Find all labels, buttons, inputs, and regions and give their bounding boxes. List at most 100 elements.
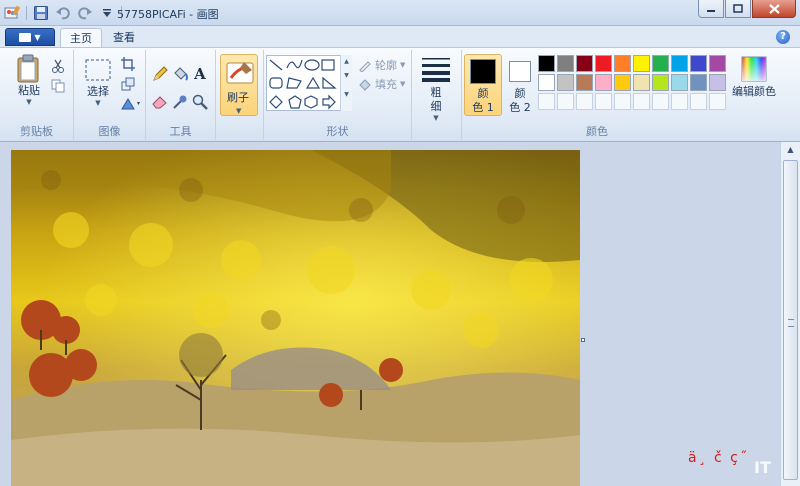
size-group: 粗 细 ▼ — [412, 50, 462, 140]
crop-icon[interactable] — [120, 56, 136, 72]
scroll-up-icon[interactable]: ▲ — [341, 55, 352, 69]
palette-swatch[interactable] — [709, 74, 726, 91]
color2-button[interactable]: 颜 色 2 — [501, 54, 539, 116]
cut-icon[interactable] — [50, 58, 66, 74]
palette-swatch[interactable] — [595, 74, 612, 91]
scroll-up-icon[interactable]: ▲ — [784, 145, 797, 158]
palette-swatch[interactable] — [671, 55, 688, 72]
palette-swatch[interactable] — [690, 55, 707, 72]
title-bar: 57758PICAFi - 画图 — [0, 0, 800, 26]
magnifier-icon[interactable] — [192, 94, 208, 110]
palette-swatch[interactable] — [633, 74, 650, 91]
canvas-workspace — [0, 142, 780, 486]
palette-swatch[interactable] — [614, 74, 631, 91]
palette-swatch[interactable] — [614, 55, 631, 72]
palette-swatch[interactable] — [538, 55, 555, 72]
custom-color-slot[interactable] — [633, 93, 650, 110]
color-picker-icon[interactable] — [172, 94, 188, 110]
resize-icon[interactable] — [120, 76, 136, 92]
color1-label-line1: 颜 — [477, 87, 489, 100]
palette-swatch[interactable] — [557, 74, 574, 91]
copy-icon[interactable] — [50, 78, 66, 94]
watermark: IT — [754, 458, 771, 477]
size-button[interactable]: 粗 细 ▼ — [420, 56, 452, 122]
tools-group-label: 工具 — [169, 125, 192, 138]
palette-swatch[interactable] — [633, 55, 650, 72]
ribbon-tab-row: ▼ 主页 查看 ? — [0, 26, 800, 49]
clipboard-group: 粘贴 ▼ 剪贴板 — [0, 50, 74, 140]
scrollbar-grip — [788, 319, 794, 327]
custom-color-slot[interactable] — [652, 93, 669, 110]
scrollbar-thumb[interactable] — [783, 160, 798, 480]
custom-color-slot[interactable] — [709, 93, 726, 110]
palette-swatch[interactable] — [652, 55, 669, 72]
select-label: 选择 — [87, 85, 109, 98]
vertical-scrollbar[interactable]: ▲ — [780, 142, 800, 486]
custom-color-slot[interactable] — [576, 93, 593, 110]
color2-label-line2: 色 2 — [509, 101, 531, 114]
paint-app-icon[interactable] — [4, 5, 20, 21]
canvas-image[interactable] — [11, 150, 580, 486]
palette-swatch[interactable] — [652, 74, 669, 91]
maximize-button[interactable] — [725, 0, 751, 18]
size-label-line2: 细 — [430, 100, 442, 113]
fill-bucket-icon[interactable] — [172, 66, 188, 82]
color1-button[interactable]: 颜 色 1 — [464, 54, 502, 116]
select-button[interactable]: 选择 ▼ — [80, 58, 116, 107]
palette-swatch[interactable] — [576, 74, 593, 91]
color2-label-line1: 颜 — [514, 87, 526, 100]
outline-icon — [359, 61, 371, 72]
eraser-icon[interactable] — [152, 94, 168, 110]
tab-home[interactable]: 主页 — [60, 28, 102, 49]
palette-swatch[interactable] — [595, 55, 612, 72]
redo-icon[interactable] — [77, 5, 93, 21]
help-icon[interactable]: ? — [776, 30, 790, 44]
window-title: 57758PICAFi - 画图 — [117, 8, 219, 21]
fill-button[interactable]: 填充 ▼ — [358, 76, 405, 92]
undo-icon[interactable] — [55, 5, 71, 21]
close-icon — [768, 3, 780, 14]
canvas-resize-handle[interactable] — [581, 338, 585, 342]
line-size-icon — [422, 58, 450, 82]
expand-gallery-icon[interactable]: ▼ — [341, 83, 352, 107]
customize-qat-icon[interactable] — [99, 5, 115, 21]
tab-view[interactable]: 查看 — [104, 28, 144, 49]
palette-swatch[interactable] — [671, 74, 688, 91]
palette-swatch[interactable] — [690, 74, 707, 91]
color2-swatch — [509, 61, 531, 82]
save-icon[interactable] — [33, 5, 49, 21]
text-tool-icon[interactable]: A — [192, 65, 208, 83]
custom-color-slot[interactable] — [690, 93, 707, 110]
chevron-down-icon: ▼ — [400, 80, 406, 88]
palette-swatch[interactable] — [538, 74, 555, 91]
document-icon — [19, 32, 32, 42]
custom-color-slot[interactable] — [671, 93, 688, 110]
colors-group-label: 颜色 — [586, 125, 608, 138]
palette-swatch[interactable] — [709, 55, 726, 72]
custom-color-slot[interactable] — [557, 93, 574, 110]
image-group-label: 图像 — [98, 125, 121, 138]
color-palette — [538, 55, 726, 110]
edit-colors-button[interactable]: 编辑颜色 — [732, 56, 776, 99]
fill-label: 填充 — [375, 78, 397, 91]
scroll-down-icon[interactable]: ▼ — [341, 69, 352, 83]
pencil-icon[interactable] — [152, 66, 168, 82]
close-button[interactable] — [752, 0, 796, 18]
custom-color-slot[interactable] — [538, 93, 555, 110]
shapes-group-label: 形状 — [326, 125, 349, 138]
palette-swatch[interactable] — [557, 55, 574, 72]
size-label-line1: 粗 — [430, 86, 442, 99]
clipboard-icon — [17, 54, 39, 83]
quick-access-toolbar — [4, 4, 122, 22]
outline-button[interactable]: 轮廓 ▼ — [358, 57, 405, 73]
fill-icon — [359, 79, 371, 91]
custom-color-slot[interactable] — [614, 93, 631, 110]
custom-color-slot[interactable] — [595, 93, 612, 110]
paint-menu-button[interactable]: ▼ — [5, 28, 55, 46]
palette-swatch[interactable] — [576, 55, 593, 72]
paste-button[interactable]: 粘贴 ▼ — [10, 54, 48, 106]
rotate-icon[interactable] — [120, 96, 142, 112]
chevron-down-icon: ▼ — [400, 61, 406, 69]
shapes-scrollbar[interactable]: ▲ ▼ ▼ — [340, 55, 352, 111]
minimize-button[interactable] — [698, 0, 724, 18]
